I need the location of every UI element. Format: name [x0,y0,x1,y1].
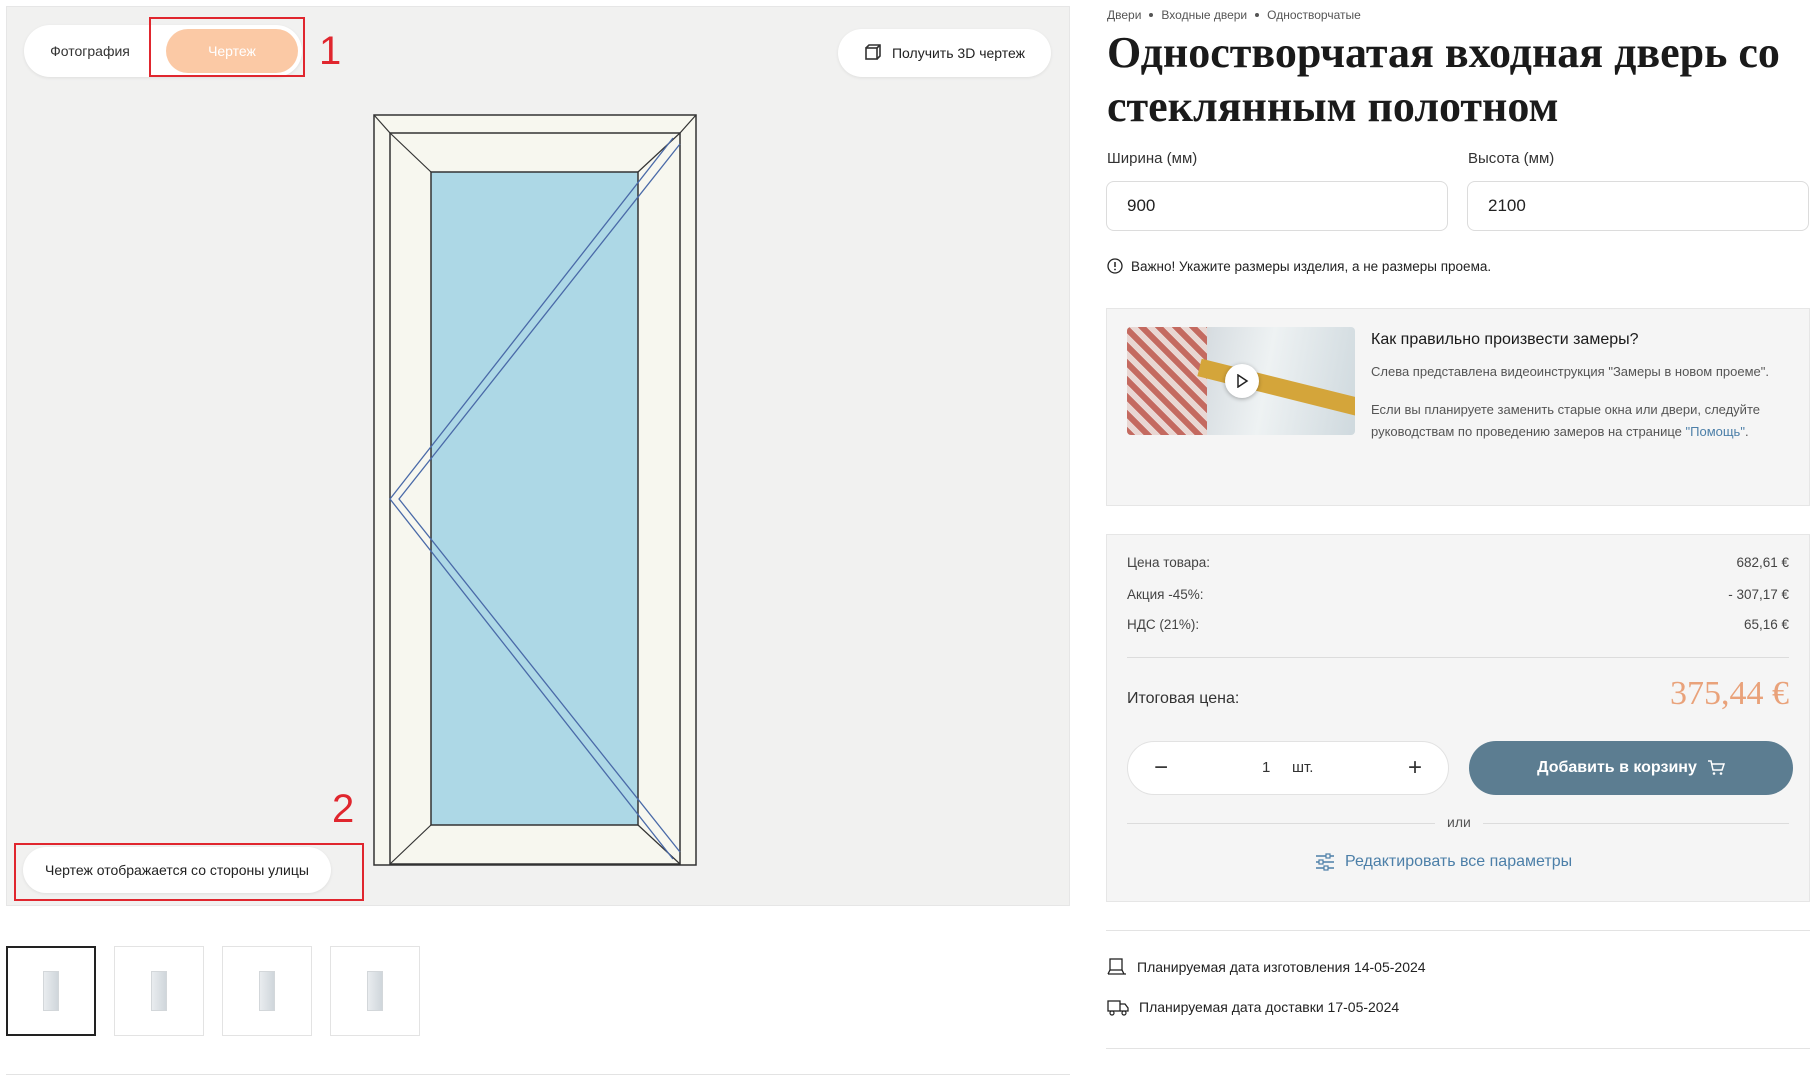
divider [1106,930,1810,931]
sliders-icon [1316,853,1334,871]
measurement-guide: Как правильно произвести замеры? Слева п… [1106,308,1810,506]
width-label: Ширина (мм) [1107,150,1198,167]
thumbnail-1[interactable] [6,946,96,1036]
play-icon[interactable] [1225,364,1259,398]
height-input[interactable]: 2100 [1467,181,1809,231]
measurement-guide-title: Как правильно произвести замеры? [1371,331,1639,348]
discount-row-label: Акция -45%: [1127,587,1204,602]
thumbnail-3[interactable] [222,946,312,1036]
or-separator: или [1435,814,1483,830]
cube-icon [865,44,881,60]
thumbnail-2[interactable] [114,946,204,1036]
quantity-value[interactable]: 1 [1262,759,1270,776]
annotation-box-2 [14,843,364,901]
breadcrumb-item-doors[interactable]: Двери [1107,8,1141,22]
annotation-number-1: 1 [319,29,342,73]
width-input[interactable]: 900 [1106,181,1448,231]
cart-icon [1707,760,1725,775]
delivery-date-text: Планируемая дата доставки 17-05-2024 [1139,999,1400,1015]
get-3d-drawing-button[interactable]: Получить 3D чертеж [837,29,1051,77]
video-thumbnail[interactable] [1127,327,1355,435]
page-title: Одностворчатая входная дверь со стеклянн… [1107,28,1780,131]
discount-row-value: - 307,17 € [1728,587,1789,602]
help-page-link[interactable]: "Помощь" [1686,424,1745,439]
divider [6,1074,1070,1075]
discount-row: Акция -45%: - 307,17 € [1127,587,1789,602]
breadcrumb-item-entrance-doors[interactable]: Входные двери [1161,8,1247,22]
info-icon [1107,258,1123,274]
total-price-value: 375,44 € [1670,675,1789,712]
vat-row: НДС (21%): 65,16 € [1127,617,1789,632]
door-thumbnail-image [43,971,59,1011]
door-thumbnail-image [151,971,167,1011]
get-3d-drawing-label: Получить 3D чертеж [891,45,1025,61]
manufacture-date-text: Планируемая дата изготовления 14-05-2024 [1137,959,1426,975]
total-price-label: Итоговая цена: [1127,690,1240,707]
quantity-stepper: − 1 шт. + [1127,741,1449,795]
annotation-box-1 [149,17,305,77]
breadcrumb-separator [1255,13,1260,17]
truck-icon [1107,1000,1129,1016]
edit-all-parameters-link[interactable]: Редактировать все параметры [1315,853,1572,871]
add-to-cart-button[interactable]: Добавить в корзину [1469,741,1793,795]
quantity-decrease-button[interactable]: − [1134,742,1188,794]
door-thumbnail-image [259,971,275,1011]
quantity-increase-button[interactable]: + [1388,742,1442,794]
measurement-guide-paragraph: Слева представлена видеоинструкция "Заме… [1371,364,1769,379]
measurement-guide-text: Слева представлена видеоинструкция "Заме… [1371,361,1791,459]
divider [1106,1048,1810,1049]
product-viewer: Фотография Чертеж Получить 3D чертеж Чер… [6,6,1070,906]
factory-icon [1107,958,1126,975]
breadcrumb-separator [1149,13,1154,17]
vat-row-value: 65,16 € [1743,617,1789,632]
edit-all-parameters-label: Редактировать все параметры [1345,853,1573,870]
breadcrumb: Двери Входные двери Одностворчатые [1107,8,1361,22]
door-thumbnail-image [367,971,383,1011]
price-panel: Цена товара: 682,61 € Акция -45%: - 307,… [1106,534,1810,902]
quantity-unit: шт. [1292,759,1314,776]
divider [1127,657,1789,658]
thumbnail-strip [6,946,420,1036]
delivery-date: Планируемая дата доставки 17-05-2024 [1107,998,1399,1016]
thumbnail-4[interactable] [330,946,420,1036]
price-row-label: Цена товара: [1127,555,1211,570]
size-warning-text: Важно! Укажите размеры изделия, а не раз… [1131,258,1492,274]
tab-photo[interactable]: Фотография [30,29,150,73]
vat-row-label: НДС (21%): [1127,617,1200,632]
annotation-number-2: 2 [332,787,355,831]
breadcrumb-item-single-leaf[interactable]: Одностворчатые [1267,8,1361,22]
price-row: Цена товара: 682,61 € [1127,555,1789,570]
door-glass [430,171,639,826]
add-to-cart-label: Добавить в корзину [1537,759,1697,776]
measurement-guide-paragraph: Если вы планируете заменить старые окна … [1371,402,1760,439]
price-row-value: 682,61 € [1736,555,1789,570]
height-label: Высота (мм) [1468,150,1555,167]
door-drawing [373,114,697,866]
size-warning: Важно! Укажите размеры изделия, а не раз… [1107,258,1491,274]
manufacture-date: Планируемая дата изготовления 14-05-2024 [1107,958,1426,976]
